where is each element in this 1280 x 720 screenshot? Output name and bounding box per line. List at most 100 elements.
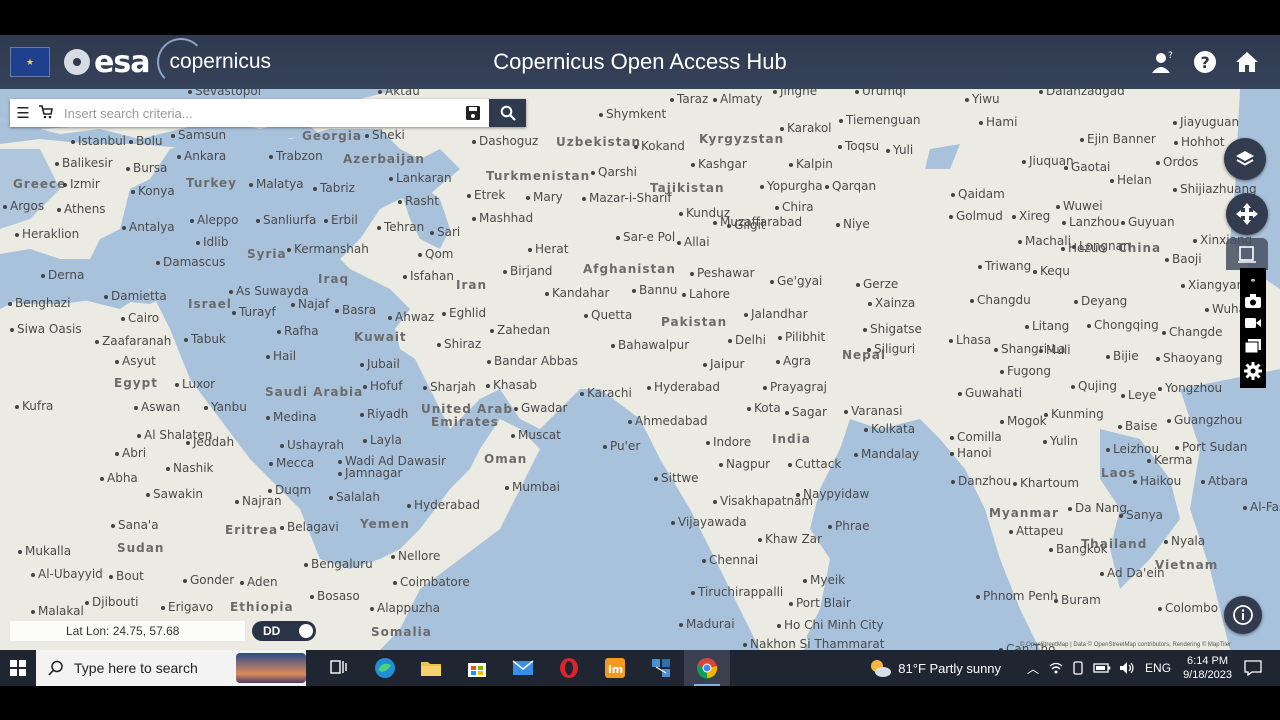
battery-icon[interactable] <box>1093 662 1111 674</box>
partly-sunny-icon[interactable] <box>868 658 892 678</box>
start-button[interactable] <box>0 650 36 686</box>
country-label: Greece <box>13 177 67 191</box>
city-label: Ahmedabad <box>627 414 708 428</box>
country-label: Kuwait <box>354 330 407 344</box>
device-icon[interactable] <box>1071 661 1085 675</box>
coordinate-format-toggle[interactable]: DD <box>252 621 316 641</box>
language-indicator[interactable]: ENG <box>1145 661 1171 675</box>
city-label: Derna <box>40 268 85 282</box>
select-area-button[interactable] <box>1226 238 1268 270</box>
city-label: Hami <box>978 115 1018 129</box>
video-icon[interactable] <box>1244 316 1262 330</box>
weather-text[interactable]: 81°F Partly sunny <box>898 661 1001 676</box>
city-label: Taraz <box>669 92 709 106</box>
city-label: Bosaso <box>310 589 360 603</box>
city-label: Kandahar <box>544 286 610 300</box>
screen-record-icon[interactable] <box>1244 338 1262 354</box>
city-label: Leye <box>1120 388 1157 402</box>
header-actions: ? ? <box>1150 49 1260 75</box>
taskbar-search-box[interactable]: Type here to search <box>36 650 306 686</box>
page-title: Copernicus Open Access Hub <box>493 49 787 74</box>
wifi-icon[interactable] <box>1049 661 1063 675</box>
city-label: Zahedan <box>489 323 551 337</box>
city-label: Gaotai <box>1063 160 1111 174</box>
city-label: Izmir <box>63 177 100 191</box>
city-label: Al-Ubayyid <box>31 567 103 581</box>
city-label: Isfahan <box>403 269 454 283</box>
mail-app-button[interactable] <box>500 650 546 686</box>
clock[interactable]: 6:14 PM 9/18/2023 <box>1183 654 1232 682</box>
city-label: Sar-e Pol <box>615 230 676 244</box>
toggle-label: DD <box>263 624 281 638</box>
volume-icon[interactable] <box>1119 661 1135 675</box>
city-label: Erbil <box>324 213 358 227</box>
city-label: Changdu <box>970 293 1031 307</box>
city-label: Antalya <box>122 220 175 234</box>
help-icon[interactable]: ? <box>1192 49 1218 75</box>
city-label: Layla <box>363 433 402 447</box>
home-icon[interactable] <box>1234 49 1260 75</box>
edge-app-button[interactable] <box>362 650 408 686</box>
city-label: Urumqi <box>855 89 906 98</box>
city-label: Asyut <box>115 354 156 368</box>
save-search-icon[interactable] <box>457 99 489 127</box>
city-label: Yopurgha <box>760 179 823 193</box>
link-icon[interactable]: ⚭ <box>1250 276 1257 285</box>
info-button[interactable] <box>1224 596 1262 634</box>
city-label: Idlib <box>195 235 229 249</box>
city-label: Muscat <box>511 428 561 442</box>
city-label: Yiwu <box>965 92 1000 106</box>
country-label: India <box>772 432 811 446</box>
city-label: Salalah <box>329 490 380 504</box>
city-label: Malatya <box>249 177 304 191</box>
city-label: Alappuzha <box>370 601 440 615</box>
city-label: Hohhot <box>1174 135 1225 149</box>
city-label: Balikesir <box>55 156 113 170</box>
city-label: Abri <box>114 446 147 460</box>
user-help-icon[interactable]: ? <box>1150 49 1176 75</box>
city-label: Golmud <box>949 209 1003 223</box>
lm-app-button[interactable]: lm <box>592 650 638 686</box>
search-button[interactable] <box>489 99 526 127</box>
settings-gear-icon[interactable] <box>1244 362 1262 381</box>
search-icon <box>48 660 63 676</box>
map-attribution[interactable]: © OpenStreetMap | Data © OpenStreetMap c… <box>1020 642 1231 648</box>
network-app-button[interactable] <box>638 650 684 686</box>
task-view-button[interactable] <box>316 650 362 686</box>
store-app-button[interactable] <box>454 650 500 686</box>
city-label: Tabriz <box>313 181 355 195</box>
city-label: Ahwaz <box>387 310 435 324</box>
opera-app-button[interactable] <box>546 650 592 686</box>
city-label: Baise <box>1118 419 1158 433</box>
city-label: Vijayawada <box>671 515 747 529</box>
chrome-app-button[interactable] <box>684 650 730 686</box>
city-label: Tehran <box>376 220 425 234</box>
city-label: Chira <box>775 200 814 214</box>
city-label: Kolkata <box>863 422 916 436</box>
city-label: Trabzon <box>269 149 323 163</box>
city-label: Niye <box>836 217 870 231</box>
city-label: Sawakin <box>145 487 204 501</box>
layers-button[interactable] <box>1224 138 1266 180</box>
map-view[interactable]: Georgia Azerbaijan Uzbekistan Kyrgyzstan… <box>0 89 1280 650</box>
city-label: Wuwei <box>1056 199 1103 213</box>
city-label: Phnom Penh <box>976 589 1058 603</box>
city-label: Al-Fashir <box>1242 500 1280 514</box>
city-label: Sana'a <box>111 518 159 532</box>
search-input[interactable] <box>56 105 457 121</box>
city-label: Basra <box>334 303 377 317</box>
camera-icon[interactable] <box>1244 293 1262 309</box>
city-label: Mandalay <box>853 447 920 461</box>
file-explorer-button[interactable] <box>408 650 454 686</box>
chevron-up-icon[interactable]: ︿ <box>1027 660 1039 677</box>
cart-icon[interactable] <box>36 104 56 122</box>
toggle-knob <box>299 624 313 638</box>
country-label: Syria <box>247 247 287 261</box>
city-label: Muzaffarabad <box>712 215 803 229</box>
pan-button[interactable] <box>1226 193 1268 235</box>
menu-icon[interactable]: ☰ <box>10 104 36 122</box>
country-label: Iraq <box>318 272 350 286</box>
city-label: Mazar-i-Sharif <box>582 191 672 205</box>
city-label: Pilibhit <box>777 330 826 344</box>
notifications-icon[interactable] <box>1244 660 1262 676</box>
